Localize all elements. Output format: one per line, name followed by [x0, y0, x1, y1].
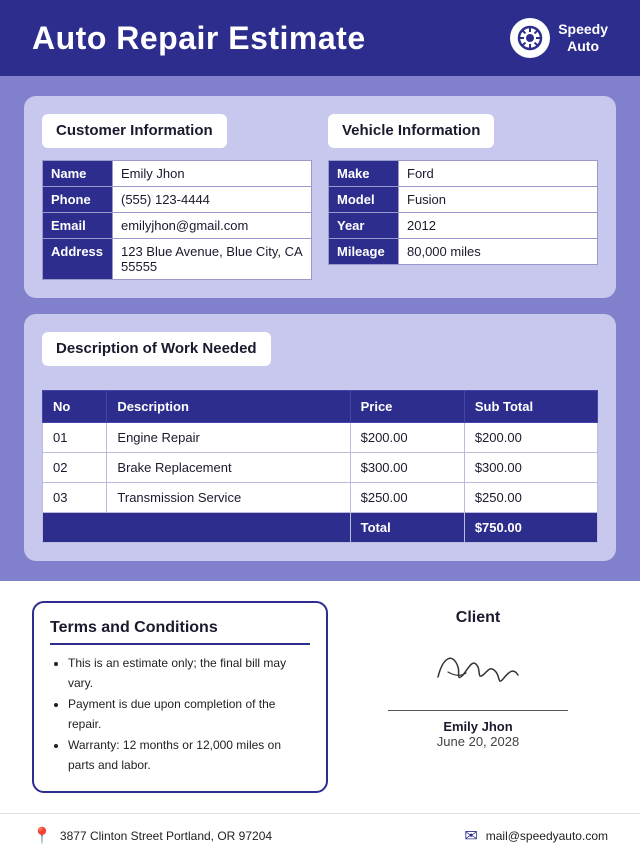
label-phone: Phone [43, 187, 113, 213]
table-row: Address 123 Blue Avenue, Blue City, CA 5… [43, 239, 312, 280]
customer-info-table: Name Emily Jhon Phone (555) 123-4444 Ema… [42, 160, 312, 280]
total-label: Total [350, 513, 464, 543]
table-row: Year 2012 [329, 213, 598, 239]
logo: Speedy Auto [510, 18, 608, 58]
row3-subtotal: $250.00 [464, 483, 597, 513]
terms-title: Terms and Conditions [50, 619, 310, 645]
footer-email: mail@speedyauto.com [486, 829, 608, 843]
col-subtotal: Sub Total [464, 391, 597, 423]
signature-line [388, 710, 568, 711]
main-content: Customer Information Name Emily Jhon Pho… [0, 76, 640, 581]
label-model: Model [329, 187, 399, 213]
value-model: Fusion [399, 187, 598, 213]
vehicle-info-title: Vehicle Information [342, 122, 480, 139]
email-icon: ✉ [464, 826, 477, 846]
total-value: $750.00 [464, 513, 597, 543]
logo-icon [510, 18, 550, 58]
row1-price: $200.00 [350, 423, 464, 453]
label-mileage: Mileage [329, 239, 399, 265]
label-make: Make [329, 161, 399, 187]
col-price: Price [350, 391, 464, 423]
description-title: Description of Work Needed [56, 340, 257, 357]
vehicle-info-header: Vehicle Information [328, 114, 494, 148]
row1-no: 01 [43, 423, 107, 453]
terms-item-2: Payment is due upon completion of the re… [68, 694, 310, 735]
signature-box: Client Emily Jhon June 20, 2028 [348, 601, 608, 749]
work-table: No Description Price Sub Total 01 Engine… [42, 390, 598, 543]
table-row: Email emilyjhon@gmail.com [43, 213, 312, 239]
work-table-header-row: No Description Price Sub Total [43, 391, 598, 423]
footer: 📍 3877 Clinton Street Portland, OR 97204… [0, 813, 640, 858]
info-grid: Customer Information Name Emily Jhon Pho… [42, 114, 598, 280]
value-make: Ford [399, 161, 598, 187]
description-header: Description of Work Needed [42, 332, 271, 366]
row1-subtotal: $200.00 [464, 423, 597, 453]
value-address: 123 Blue Avenue, Blue City, CA 55555 [113, 239, 312, 280]
signature-date: June 20, 2028 [348, 734, 608, 749]
logo-text: Speedy Auto [558, 21, 608, 55]
total-empty [43, 513, 351, 543]
bottom-section: Terms and Conditions This is an estimate… [0, 581, 640, 813]
table-row: Mileage 80,000 miles [329, 239, 598, 265]
table-row: Phone (555) 123-4444 [43, 187, 312, 213]
value-year: 2012 [399, 213, 598, 239]
signature-title: Client [348, 609, 608, 627]
work-row-3: 03 Transmission Service $250.00 $250.00 [43, 483, 598, 513]
work-row-2: 02 Brake Replacement $300.00 $300.00 [43, 453, 598, 483]
label-name: Name [43, 161, 113, 187]
work-row-1: 01 Engine Repair $200.00 $200.00 [43, 423, 598, 453]
table-row: Make Ford [329, 161, 598, 187]
terms-list: This is an estimate only; the final bill… [50, 653, 310, 775]
row2-no: 02 [43, 453, 107, 483]
value-phone: (555) 123-4444 [113, 187, 312, 213]
row2-desc: Brake Replacement [107, 453, 350, 483]
customer-info-title: Customer Information [56, 122, 213, 139]
location-icon: 📍 [32, 826, 52, 846]
label-address: Address [43, 239, 113, 280]
table-row: Name Emily Jhon [43, 161, 312, 187]
signature-drawing [418, 637, 538, 697]
description-section: Description of Work Needed No Descriptio… [24, 314, 616, 561]
vehicle-info-section: Vehicle Information Make Ford Model Fusi… [328, 114, 598, 280]
row3-no: 03 [43, 483, 107, 513]
label-year: Year [329, 213, 399, 239]
header: Auto Repair Estimate Speedy Auto [0, 0, 640, 76]
value-mileage: 80,000 miles [399, 239, 598, 265]
row3-price: $250.00 [350, 483, 464, 513]
value-name: Emily Jhon [113, 161, 312, 187]
total-row: Total $750.00 [43, 513, 598, 543]
row3-desc: Transmission Service [107, 483, 350, 513]
row2-price: $300.00 [350, 453, 464, 483]
customer-info-header: Customer Information [42, 114, 227, 148]
footer-address-item: 📍 3877 Clinton Street Portland, OR 97204 [32, 826, 272, 846]
col-description: Description [107, 391, 350, 423]
terms-box: Terms and Conditions This is an estimate… [32, 601, 328, 793]
value-email: emilyjhon@gmail.com [113, 213, 312, 239]
row1-desc: Engine Repair [107, 423, 350, 453]
customer-info-section: Customer Information Name Emily Jhon Pho… [42, 114, 312, 280]
col-no: No [43, 391, 107, 423]
vehicle-info-table: Make Ford Model Fusion Year 2012 Mileage… [328, 160, 598, 265]
page-title: Auto Repair Estimate [32, 20, 366, 57]
footer-email-item: ✉ mail@speedyauto.com [464, 826, 608, 846]
row2-subtotal: $300.00 [464, 453, 597, 483]
footer-address: 3877 Clinton Street Portland, OR 97204 [60, 829, 272, 843]
signature-name: Emily Jhon [348, 719, 608, 734]
label-email: Email [43, 213, 113, 239]
table-row: Model Fusion [329, 187, 598, 213]
terms-item-3: Warranty: 12 months or 12,000 miles on p… [68, 735, 310, 776]
info-panel: Customer Information Name Emily Jhon Pho… [24, 96, 616, 298]
terms-item-1: This is an estimate only; the final bill… [68, 653, 310, 694]
